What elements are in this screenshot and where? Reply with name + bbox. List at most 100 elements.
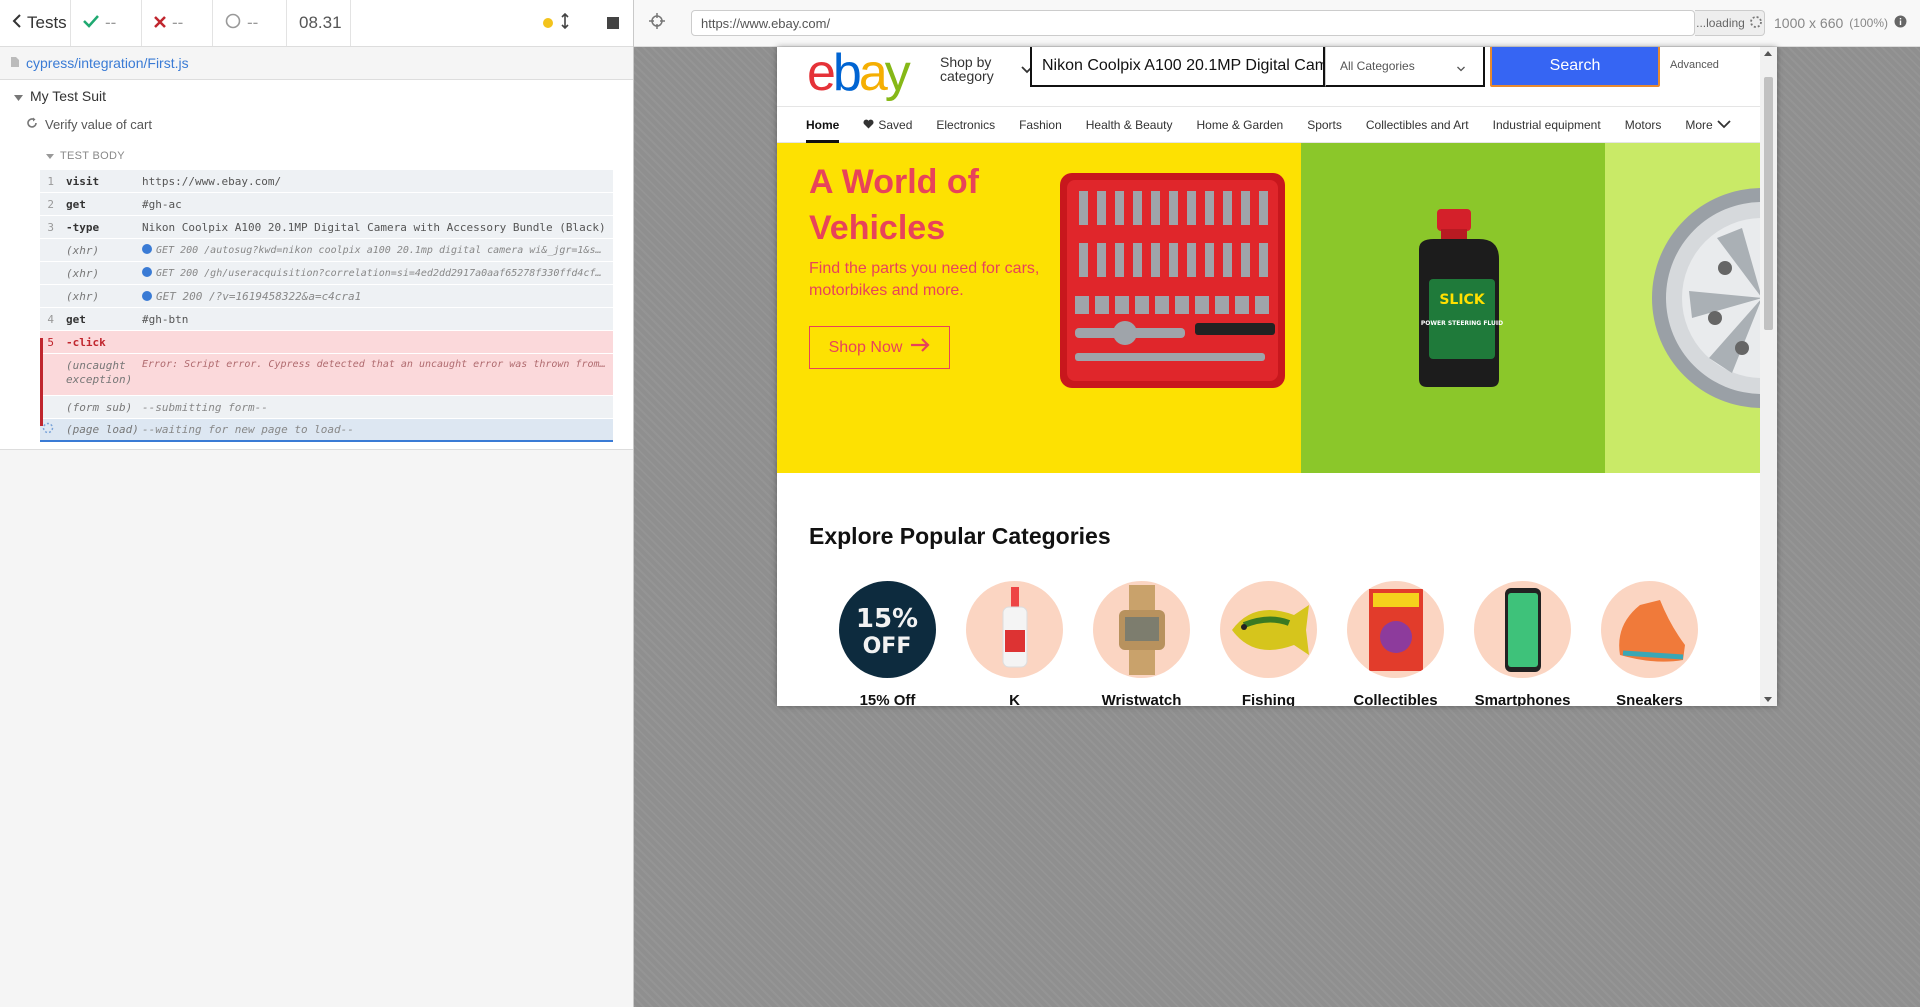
stop-icon [607,17,619,29]
spec-path-link[interactable]: cypress/integration/First.js [26,55,189,71]
spec-path-bar: cypress/integration/First.js [0,47,633,80]
search-input[interactable]: Nikon Coolpix A100 20.1MP Digital Camera [1030,47,1325,87]
hubcap-image [1647,183,1760,418]
tests-label: Tests [27,13,67,32]
chevron-left-icon [12,13,22,33]
failed-count[interactable]: -- [142,0,213,46]
ebay-category-nav: Home Saved Electronics Fashion Health & … [777,106,1760,143]
nav-fashion[interactable]: Fashion [1007,107,1074,143]
command-row[interactable]: 3 -type Nikon Coolpix A100 20.1MP Digita… [40,216,613,239]
crosshair-icon [649,12,665,34]
category-tile[interactable]: Sneakers [1601,581,1698,706]
category-tile[interactable]: Collectibles [1347,581,1444,706]
xhr-status-icon [142,290,152,301]
svg-text:OFF: OFF [863,634,912,659]
aut-url-input[interactable]: https://www.ebay.com/ [691,10,1695,36]
caret-down-icon [14,88,23,104]
info-icon[interactable] [1894,15,1907,31]
heart-icon [863,118,874,132]
failed-command-marker [40,338,43,426]
nav-home[interactable]: Home [806,107,840,143]
discount-badge-image: 15% OFF [839,581,936,678]
shop-now-button[interactable]: Shop Now [809,326,950,369]
auto-scroll-toggle-icon[interactable] [561,12,569,34]
scroll-down-icon[interactable] [1764,697,1772,702]
scrollbar-thumb[interactable] [1764,77,1773,330]
xhr-status-icon [142,267,152,277]
pending-count[interactable]: -- [213,0,287,46]
check-icon [83,13,99,33]
chevron-down-icon [1717,118,1731,132]
advanced-search-link[interactable]: Advanced [1670,59,1719,71]
command-row-failed[interactable]: 5 -click [40,331,613,354]
hero-banner[interactable]: A World of Vehicles Find the parts you n… [777,143,1760,473]
viewport-size: 1000 x 660 (100%) [1774,15,1907,31]
test-title[interactable]: Verify value of cart [26,117,152,132]
nav-collectibles-art[interactable]: Collectibles and Art [1354,107,1481,143]
nav-motors[interactable]: Motors [1613,107,1674,143]
xhr-status-icon [142,244,152,254]
caret-down-icon [46,150,54,162]
page-load-row[interactable]: (page load) --waiting for new page to lo… [40,419,613,442]
sneaker-image [1601,581,1698,678]
category-tile[interactable]: Wristwatch [1093,581,1190,706]
file-icon [10,55,20,71]
scroll-up-icon[interactable] [1764,51,1772,56]
passed-count[interactable]: -- [71,0,142,46]
nav-saved[interactable]: Saved [851,107,924,143]
svg-text:SLICK: SLICK [1439,292,1485,308]
nav-sports[interactable]: Sports [1295,107,1354,143]
runnable-tree: My Test Suit Verify value of cart TEST B… [0,80,633,450]
xhr-row[interactable]: (xhr) GET 200 /?v=1619458322&a=c4cra1 [40,285,613,308]
serum-bottle-image [966,581,1063,678]
tests-back-button[interactable]: Tests [0,0,71,46]
circle-icon [225,13,241,34]
command-row[interactable]: 2 get #gh-ac [40,193,613,216]
hero-subtitle: Find the parts you need for cars, motorb… [809,260,1040,299]
nav-health-beauty[interactable]: Health & Beauty [1074,107,1185,143]
selector-playground-button[interactable] [634,12,680,34]
wristwatch-image [1093,581,1190,678]
uncaught-exception-row[interactable]: (uncaught exception) Error: Script error… [40,354,613,396]
run-duration: 08.31 [287,0,351,46]
stop-button[interactable] [583,0,633,46]
categories-title: Explore Popular Categories [809,523,1111,549]
xhr-row[interactable]: (xhr) GET 200 /autosug?kwd=nikon coolpix… [40,239,613,262]
cypress-reporter: Tests -- -- -- 08.31 cypress/integration… [0,0,634,1007]
category-carousel: 15% OFF 15% Off K Wristwatch Fishing Col… [839,581,1698,706]
command-log: 1 visit https://www.ebay.com/ 2 get #gh-… [40,170,613,442]
nav-more[interactable]: More [1673,107,1742,143]
socket-set-image [1055,163,1295,408]
aut-scrollbar[interactable] [1760,47,1777,706]
loading-spinner-icon [40,422,64,437]
fishing-lure-image [1220,581,1317,678]
category-select[interactable]: All Categories [1325,47,1485,87]
reporter-header: Tests -- -- -- 08.31 [0,0,633,47]
category-tile[interactable]: Smartphones [1474,581,1571,706]
shop-by-category-button[interactable]: Shop by category [940,55,1012,83]
form-submit-row[interactable]: (form sub) --submitting form-- [40,396,613,419]
hero-title: A World of Vehicles [809,163,979,247]
power-steering-fluid-image: SLICK POWER STEERING FLUID [1409,209,1509,394]
spinner-icon [1749,15,1763,32]
command-row[interactable]: 4 get #gh-btn [40,308,613,331]
svg-text:POWER STEERING FLUID: POWER STEERING FLUID [1421,320,1503,327]
aut-runner: https://www.ebay.com/ ...loading 1000 x … [634,0,1920,1007]
ebay-logo[interactable]: ebay [807,47,911,103]
running-indicator-icon [543,18,553,28]
nav-industrial-equipment[interactable]: Industrial equipment [1481,107,1613,143]
search-button[interactable]: Search [1490,47,1660,87]
nav-home-garden[interactable]: Home & Garden [1184,107,1295,143]
test-body-toggle[interactable]: TEST BODY [46,150,125,162]
nav-electronics[interactable]: Electronics [924,107,1007,143]
suite-title[interactable]: My Test Suit [14,88,106,104]
ebay-header: ebay Shop by category Nikon Coolpix A100… [777,47,1760,107]
category-tile[interactable]: 15% OFF 15% Off [839,581,936,706]
comic-book-image [1347,581,1444,678]
aut-url-bar: https://www.ebay.com/ ...loading 1000 x … [634,0,1920,47]
xhr-row[interactable]: (xhr) GET 200 /gh/useracquisition?correl… [40,262,613,285]
command-row[interactable]: 1 visit https://www.ebay.com/ [40,170,613,193]
category-tile[interactable]: K [966,581,1063,706]
smartphone-image [1474,581,1571,678]
category-tile[interactable]: Fishing [1220,581,1317,706]
